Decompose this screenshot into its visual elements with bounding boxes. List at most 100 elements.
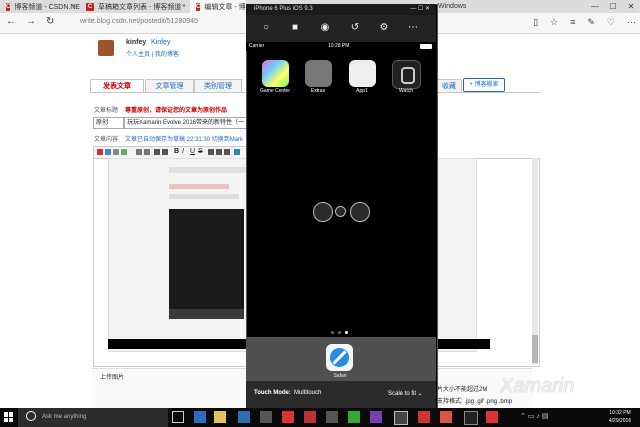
cortana-icon[interactable] bbox=[26, 411, 36, 421]
bold-icon[interactable]: B bbox=[174, 148, 179, 155]
touch-mode-value[interactable]: Multitouch bbox=[294, 390, 321, 396]
close-window-icon[interactable]: ✕ bbox=[622, 0, 640, 13]
share-icon[interactable]: ♡ bbox=[607, 17, 615, 28]
align-right-icon[interactable] bbox=[224, 149, 230, 155]
app-label-app1: App1 bbox=[356, 88, 368, 94]
app-icon[interactable] bbox=[260, 411, 272, 423]
camera-icon[interactable]: ◉ bbox=[318, 22, 332, 33]
csdn-icon: C bbox=[6, 2, 11, 11]
note-icon[interactable]: ✎ bbox=[587, 17, 595, 28]
avatar[interactable] bbox=[98, 40, 114, 56]
more-icon[interactable]: ··· bbox=[627, 17, 636, 28]
strike-icon[interactable]: S bbox=[198, 148, 203, 155]
maximize-icon[interactable]: ☐ bbox=[604, 0, 622, 13]
format-icon[interactable] bbox=[154, 149, 160, 155]
paste-text-icon[interactable] bbox=[121, 149, 127, 155]
settings-gear-icon[interactable]: ⚙ bbox=[377, 22, 391, 33]
browser-tab-2[interactable]: C 草稿箱文章列表 - 博客频道 × bbox=[80, 0, 190, 13]
safari-compass-icon[interactable] bbox=[326, 344, 353, 371]
simulator-taskbar-icon[interactable] bbox=[394, 411, 408, 425]
wechat-icon[interactable] bbox=[348, 411, 360, 423]
paste-icon[interactable] bbox=[113, 149, 119, 155]
hub-icon[interactable]: ≡ bbox=[570, 17, 575, 28]
minimize-icon[interactable]: — bbox=[586, 0, 604, 13]
task-view-icon[interactable] bbox=[172, 411, 184, 423]
align-center-icon[interactable] bbox=[216, 149, 222, 155]
image-icon[interactable] bbox=[234, 149, 240, 155]
visual-studio-icon[interactable] bbox=[370, 411, 382, 423]
content-label: 文章内容 bbox=[94, 137, 119, 143]
app-label-game-center: Game Center bbox=[259, 88, 290, 94]
reading-view-icon[interactable]: ▯ bbox=[533, 17, 538, 28]
browser-tab-3[interactable]: C 编辑文章 - 博客频道 bbox=[190, 0, 246, 13]
app-icon[interactable] bbox=[326, 411, 338, 423]
close-icon[interactable]: × bbox=[182, 3, 186, 10]
extras-folder-icon[interactable] bbox=[305, 60, 332, 87]
url-field[interactable]: write.blog.csdn.net/postedit/51280945 bbox=[80, 18, 198, 25]
undo-icon[interactable] bbox=[136, 149, 142, 155]
page-dot bbox=[331, 331, 334, 334]
tab-label: 草稿箱文章列表 - 博客频道 bbox=[98, 3, 182, 11]
system-tray-icons[interactable]: ⌃ ▭ ♪ ▤ bbox=[520, 412, 548, 420]
edge-icon[interactable] bbox=[194, 411, 206, 423]
editor-scrollbar[interactable] bbox=[532, 158, 538, 365]
copy-icon[interactable] bbox=[105, 149, 111, 155]
forward-icon[interactable]: → bbox=[26, 16, 36, 27]
tab-article-manage[interactable]: 文章管理 bbox=[145, 79, 194, 93]
upload-label: 上传图片 bbox=[100, 375, 125, 381]
back-icon[interactable]: ← bbox=[6, 16, 16, 27]
italic-icon[interactable]: I bbox=[182, 148, 184, 155]
watch-icon[interactable] bbox=[392, 60, 421, 89]
app-icon[interactable] bbox=[304, 411, 316, 423]
multitouch-center-dot bbox=[335, 206, 346, 217]
tab-category-manage[interactable]: 类别管理 bbox=[194, 79, 242, 93]
favorite-star-icon[interactable]: ☆ bbox=[550, 17, 558, 28]
browser-action-icons: ▯ ☆ ≡ ✎ ♡ ··· bbox=[533, 17, 636, 28]
carrier-label: Carrier bbox=[249, 43, 265, 49]
window-controls: — ☐ ✕ bbox=[586, 0, 640, 13]
lock-icon[interactable]: ■ bbox=[288, 22, 302, 33]
browser-tab-overflow[interactable]: Windows bbox=[436, 0, 466, 13]
more-options-icon[interactable]: ⋯ bbox=[406, 22, 420, 33]
redo-icon[interactable] bbox=[144, 149, 150, 155]
ios-time: 10:28 PM bbox=[328, 43, 350, 49]
windows-start-icon[interactable] bbox=[4, 412, 14, 422]
search-placeholder: Ask me anything bbox=[42, 414, 87, 420]
battery-icon bbox=[420, 44, 432, 49]
upload-size-note: 片大小不能超过2M bbox=[437, 387, 488, 393]
clock-date: 4/29/2016 bbox=[608, 418, 632, 424]
list-icon[interactable] bbox=[162, 149, 168, 155]
rotate-icon[interactable]: ↺ bbox=[348, 22, 362, 33]
scale-select[interactable]: Scale to fit ⌄ bbox=[388, 390, 423, 397]
underline-icon[interactable]: U bbox=[190, 148, 195, 155]
close-icon[interactable]: × bbox=[72, 3, 76, 10]
app-icon[interactable] bbox=[418, 411, 430, 423]
taskbar-clock[interactable]: 10:32 PM 4/29/2016 bbox=[600, 409, 640, 425]
game-center-icon[interactable] bbox=[262, 60, 289, 87]
home-icon[interactable]: ○ bbox=[259, 22, 273, 33]
scrollbar-thumb[interactable] bbox=[532, 335, 538, 363]
simulator-window-controls[interactable]: — ☐ ✕ bbox=[410, 4, 430, 15]
article-title-input[interactable]: 玩玩Xamarin Evolve 2016带来的新特性（一 bbox=[124, 117, 250, 129]
browser-tab-1[interactable]: C 博客频道 - CSDN.NET × bbox=[0, 0, 80, 13]
file-explorer-icon[interactable] bbox=[214, 411, 226, 423]
app1-icon[interactable] bbox=[349, 60, 376, 87]
align-left-icon[interactable] bbox=[208, 149, 214, 155]
app-icon[interactable] bbox=[440, 411, 452, 423]
app-icon[interactable] bbox=[464, 411, 478, 425]
title-label: 文章标题 bbox=[94, 108, 119, 114]
article-type-select[interactable]: 原创 bbox=[93, 117, 124, 129]
touch-mode-label: Touch Mode: bbox=[254, 390, 291, 396]
simulator-title: iPhone 6 Plus iOS 9.3 bbox=[254, 6, 313, 12]
cortana-search-box[interactable] bbox=[18, 408, 168, 427]
tab-post-article[interactable]: 发表文章 bbox=[90, 79, 144, 93]
app-icon[interactable] bbox=[282, 411, 294, 423]
store-icon[interactable] bbox=[238, 411, 250, 423]
blog-move-button[interactable]: + 博客搬家 bbox=[463, 78, 505, 92]
cut-icon[interactable] bbox=[97, 149, 103, 155]
user-links[interactable]: 个人主页 | 我的博客 bbox=[126, 49, 179, 58]
tab-favorites[interactable]: 收藏 bbox=[436, 79, 462, 93]
refresh-icon[interactable]: ↻ bbox=[46, 16, 54, 27]
username-link[interactable]: Kinfey bbox=[151, 39, 170, 46]
app-icon[interactable] bbox=[486, 411, 498, 423]
